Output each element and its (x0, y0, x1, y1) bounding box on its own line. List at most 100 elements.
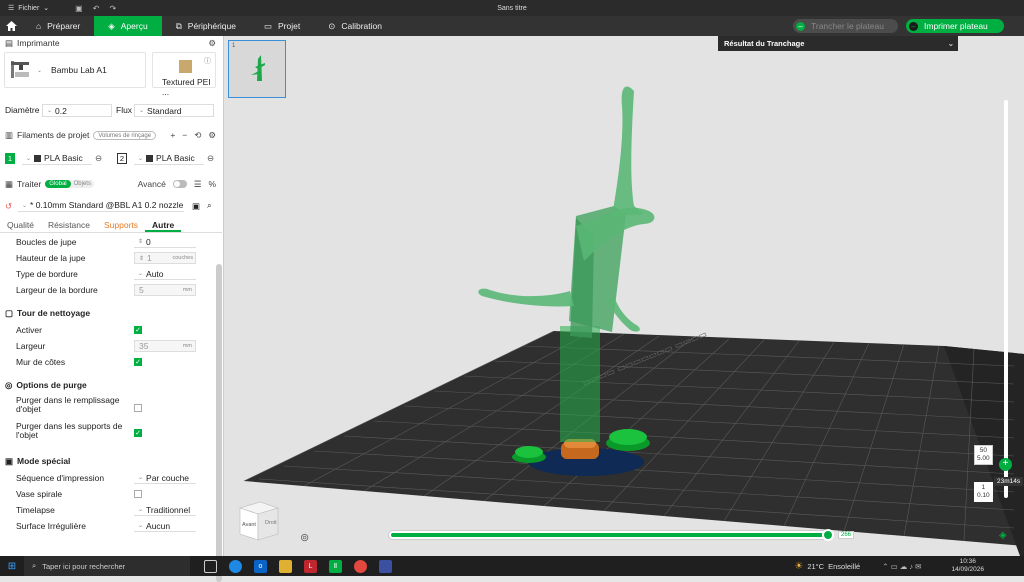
filament-1-select[interactable]: ⌄ PLA Basic (22, 152, 92, 165)
redo-icon[interactable]: ↷ (109, 4, 116, 13)
clock[interactable]: 10:36 14/09/2026 (951, 558, 984, 574)
process-profile-select[interactable]: ⌄ * 0.10mm Standard @BBL A1 0.2 nozzle (18, 199, 184, 212)
flushing-volumes-button[interactable]: Volumes de rinçage (93, 130, 157, 140)
skirt-loops-input[interactable]: ⇕ 0 (134, 236, 196, 248)
sync-icon[interactable]: ⟲ (194, 130, 201, 141)
special-mode-title: Mode spécial (17, 456, 71, 466)
spiral-vase-label: Vase spirale (16, 489, 63, 499)
undo-icon[interactable]: ↶ (93, 4, 100, 13)
diameter-value: 0.2 (55, 105, 67, 116)
reset-icon[interactable]: ↺ (5, 201, 12, 212)
compare-icon[interactable]: % (208, 179, 216, 189)
view-cube-right[interactable]: Droit (265, 520, 277, 526)
search-icon[interactable]: ⌕ (207, 200, 212, 211)
tab-supports[interactable]: Supports (97, 219, 145, 232)
brim-type-select[interactable]: ⌄ Auto (134, 268, 196, 280)
tab-other[interactable]: Autre (145, 219, 182, 232)
layer-slider-handle-top[interactable]: + (999, 458, 1012, 471)
task-view-icon[interactable] (204, 559, 217, 573)
preview-viewport[interactable]: ▭▭▭▭ ▭▭▭▭▭▭▭ ▭▭▭▭ 1 Résultat du Tranchag… (224, 36, 1024, 556)
bambu-studio-icon[interactable]: Ⅱ (329, 559, 342, 573)
advanced-toggle[interactable] (172, 180, 187, 188)
plate-selector[interactable]: ⓘ Textured PEI ... (152, 52, 216, 97)
gear-icon[interactable]: ⚙ (208, 130, 216, 141)
filament-color-swatch (146, 154, 154, 162)
build-plate-scene: ▭▭▭▭ ▭▭▭▭▭▭▭ ▭▭▭▭ (243, 86, 1024, 556)
gear-icon[interactable]: ⚙ (208, 38, 216, 49)
filaments-section-header: ▥ Filaments de projet Volumes de rinçage… (0, 128, 222, 142)
view-cube[interactable]: Avant Droit (234, 498, 282, 544)
layer-bottom-number: 1 (981, 484, 986, 491)
plus-icon[interactable]: + (170, 130, 175, 141)
tab-device[interactable]: ⧉ Périphérique (162, 16, 250, 36)
layer-bottom-label: 1 0.10 (974, 482, 993, 502)
remove-icon[interactable]: ⊖ (95, 153, 102, 164)
tab-preview[interactable]: ◈ Aperçu (94, 16, 162, 36)
process-profile-name: * 0.10mm Standard @BBL A1 0.2 nozzle (30, 200, 184, 210)
print-plate-button[interactable]: – Imprimer plateau (906, 19, 1004, 33)
width-input[interactable]: 35 mm (134, 340, 196, 352)
view-cube-front[interactable]: Avant (242, 522, 256, 528)
file-menu[interactable]: ☰ Fichier ⌄ (0, 4, 57, 13)
list-icon[interactable]: ☰ (194, 179, 202, 190)
spiral-vase-checkbox[interactable] (134, 490, 142, 498)
rib-wall-checkbox[interactable]: ✓ (134, 358, 142, 366)
save-icon[interactable]: ▣ (192, 201, 200, 212)
app-icon[interactable]: L (304, 559, 317, 573)
diameter-select[interactable]: ⌄ 0.2 (42, 104, 112, 117)
chrome-icon[interactable] (354, 559, 367, 573)
weather-widget[interactable]: ☀ 21°C Ensoleillé ⌃ ▭ ☁ ♪ ✉ (794, 561, 921, 572)
plate-thumbnail[interactable]: 1 (228, 40, 286, 98)
filament-slot-2[interactable]: 2 (117, 153, 127, 164)
sequence-select[interactable]: ⌄ Par couche (134, 472, 196, 484)
main-nav: ⌂ Préparer ◈ Aperçu ⧉ Périphérique ▭ Pro… (0, 16, 1024, 36)
enable-label: Activer (16, 325, 42, 335)
toggle-global[interactable]: Global (45, 180, 71, 188)
timelapse-select[interactable]: ⌄ Traditionnel (134, 504, 196, 516)
clock-date: 14/09/2026 (951, 566, 984, 573)
edge-icon[interactable] (229, 559, 242, 573)
slice-result-panel[interactable]: Résultat du Tranchage ⌄ (718, 36, 958, 51)
remove-icon[interactable]: ⊖ (207, 153, 214, 164)
skirt-height-input[interactable]: ⇕ 1 couches (134, 252, 196, 264)
app-icon[interactable] (379, 559, 392, 573)
tab-quality[interactable]: Qualité (0, 219, 41, 232)
enable-checkbox[interactable]: ✓ (134, 326, 142, 334)
outlook-icon[interactable]: o (254, 559, 267, 573)
global-objects-toggle[interactable]: Global Objets (45, 180, 94, 188)
system-tray-icons[interactable]: ⌃ ▭ ☁ ♪ ✉ (882, 562, 921, 571)
fuzzy-skin-select[interactable]: ⌄ Aucun (134, 520, 196, 532)
info-icon[interactable]: ⓘ (204, 56, 211, 66)
flow-select[interactable]: ⌄ Standard (134, 104, 214, 117)
windows-start-icon[interactable]: ⊞ (0, 561, 24, 572)
process-icon: ▦ (5, 178, 14, 189)
save-icon[interactable]: ▣ (75, 4, 83, 13)
estimated-time-badge: 23m14s (994, 477, 1024, 486)
filament-2-select[interactable]: ⌄ PLA Basic (134, 152, 204, 165)
chevron-down-icon[interactable]: ⌄ (948, 39, 954, 48)
file-explorer-icon[interactable] (279, 559, 292, 573)
minus-icon[interactable]: − (182, 130, 187, 141)
filament-slot-1[interactable]: 1 (5, 153, 15, 164)
camera-icon[interactable]: ⊚ (300, 531, 309, 544)
move-slider-handle[interactable] (822, 529, 834, 541)
home-icon[interactable] (0, 16, 22, 36)
prime-tower-category: ▢ Tour de nettoyage (5, 306, 90, 320)
brim-width-input[interactable]: 5 mm (134, 284, 196, 296)
purge-infill-checkbox[interactable] (134, 404, 142, 412)
layer-slider[interactable] (1004, 100, 1008, 498)
sidebar-scrollbar[interactable] (216, 264, 222, 582)
tab-strength[interactable]: Résistance (41, 219, 97, 232)
tab-prepare[interactable]: ⌂ Préparer (22, 16, 94, 36)
tab-calibration-label: Calibration (341, 21, 382, 31)
printer-selector[interactable]: ⌄ Bambu Lab A1 (4, 52, 146, 88)
purge-support-checkbox[interactable]: ✓ (134, 429, 142, 437)
taskbar-search[interactable]: ⌕ Taper ici pour rechercher (24, 556, 190, 576)
slice-plate-button[interactable]: – Trancher le plateau (793, 19, 898, 33)
tab-project[interactable]: ▭ Projet (250, 16, 314, 36)
move-slider[interactable] (388, 529, 834, 541)
width-label: Largeur (16, 341, 46, 351)
layers-icon[interactable]: ◈ (999, 530, 1007, 541)
tab-calibration[interactable]: ⊙ Calibration (314, 16, 396, 36)
toggle-objects[interactable]: Objets (71, 180, 94, 188)
